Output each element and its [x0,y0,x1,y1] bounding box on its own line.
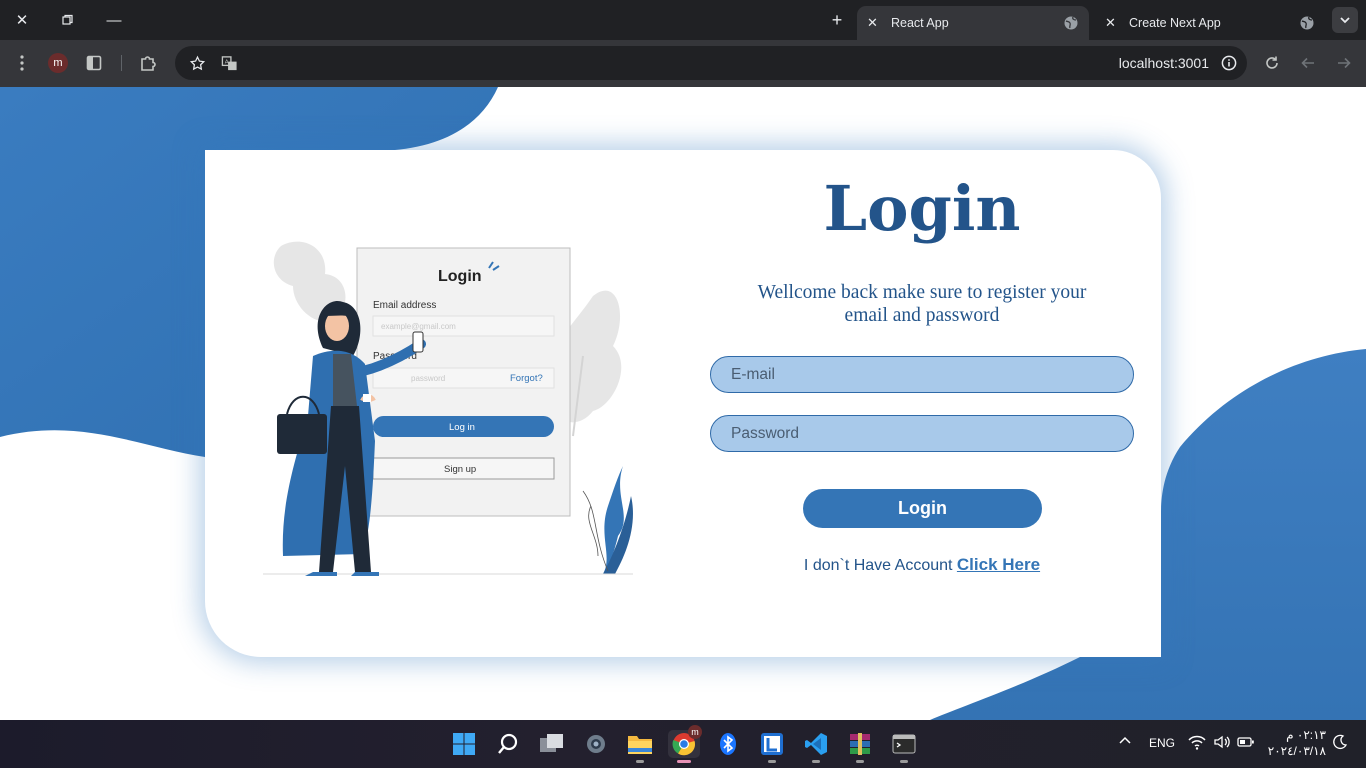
tab-react-app[interactable]: ✕ React App [857,6,1089,40]
address-bar[interactable]: A localhost:3001 [175,46,1247,80]
notifications-moon-icon[interactable] [1332,734,1348,753]
globe-icon [1300,16,1314,30]
app-l-icon[interactable] [758,730,786,763]
bluetooth-icon[interactable] [714,730,742,758]
windows-taskbar: m ENG ٠٢:١٣ م ٢٠٢٤/٠٣/١٨ [0,720,1366,768]
running-indicator [856,760,864,763]
page-viewport: Login Email address example@gmail.com Pa… [0,87,1366,720]
terminal-icon[interactable] [890,730,918,763]
chrome-profile-badge: m [688,725,702,739]
menu-dots-icon[interactable] [10,51,34,75]
back-arrow-icon[interactable] [1296,51,1320,75]
clock-time: ٠٢:١٣ م [1286,728,1326,742]
email-input[interactable] [710,356,1134,393]
url-text[interactable]: localhost:3001 [1119,55,1209,71]
illustration-login-title: Login [438,268,482,285]
volume-icon[interactable] [1213,734,1231,753]
translate-icon[interactable]: A [217,51,241,75]
tab-label: Create Next App [1129,16,1221,30]
extensions-puzzle-icon[interactable] [136,51,160,75]
bookmark-star-icon[interactable] [185,51,209,75]
start-windows-icon[interactable] [450,730,478,758]
password-input[interactable] [710,415,1134,452]
signup-prompt: I don`t Have Account Click Here [710,555,1134,575]
battery-icon[interactable] [1237,734,1255,753]
illustration-password-placeholder: password [411,374,445,383]
tab-label: React App [891,16,949,30]
running-indicator [768,760,776,763]
task-view-icon[interactable] [538,730,566,758]
search-icon[interactable] [494,730,522,758]
file-explorer-icon[interactable] [626,730,654,763]
tab-search-button[interactable] [1332,7,1358,33]
chevron-down-icon [1340,17,1350,24]
illustration-email-placeholder: example@gmail.com [381,322,456,331]
illustration-email-label: Email address [373,300,436,311]
clock-date: ٢٠٢٤/٠٣/١٨ [1267,744,1326,758]
browser-toolbar: m A localhost:3001 [0,40,1366,87]
browser-tab-bar: ✕ — + ✕ React App ✕ Create Next App [0,0,1366,40]
svg-text:A: A [224,59,228,65]
page-title: Login [823,172,1021,245]
chrome-icon[interactable]: m [668,725,702,763]
running-indicator [812,760,820,763]
login-illustration: Login Email address example@gmail.com Pa… [263,241,633,576]
side-panel-icon[interactable] [82,51,106,75]
active-indicator [677,760,691,763]
clock[interactable]: ٠٢:١٣ م ٢٠٢٤/٠٣/١٨ [1266,727,1326,759]
welcome-subtitle: Wellcome back make sure to register your… [757,282,1087,326]
login-button[interactable]: Login [803,489,1042,528]
illustration-login-button: Log in [449,422,475,433]
illustration-signup-button: Sign up [444,464,476,475]
site-info-icon[interactable] [1217,51,1241,75]
tab-create-next-app[interactable]: ✕ Create Next App [1095,6,1325,40]
running-indicator [636,760,644,763]
vscode-icon[interactable] [802,730,830,763]
illustration-forgot-link: Forgot? [510,373,543,384]
restore-window-icon[interactable] [56,8,80,32]
login-card: Login Email address example@gmail.com Pa… [205,150,1161,657]
signup-prompt-text: I don`t Have Account [803,557,953,574]
toolbar-divider [121,55,122,71]
show-hidden-icons-chevron-up-icon[interactable] [1118,734,1132,751]
forward-arrow-icon[interactable] [1332,51,1356,75]
close-tab-icon[interactable]: ✕ [867,15,885,31]
wifi-icon[interactable] [1188,734,1206,753]
globe-icon [1064,16,1078,30]
close-window-icon[interactable]: ✕ [10,8,34,32]
close-tab-icon[interactable]: ✕ [1105,15,1123,31]
running-indicator [900,760,908,763]
language-indicator[interactable]: ENG [1149,736,1175,750]
reload-icon[interactable] [1260,51,1284,75]
profile-avatar[interactable]: m [46,51,70,75]
minimize-window-icon[interactable]: — [102,8,126,32]
settings-gear-icon[interactable] [582,730,610,758]
winrar-icon[interactable] [846,730,874,763]
new-tab-button[interactable]: + [826,9,848,31]
signup-link[interactable]: Click Here [957,555,1040,574]
